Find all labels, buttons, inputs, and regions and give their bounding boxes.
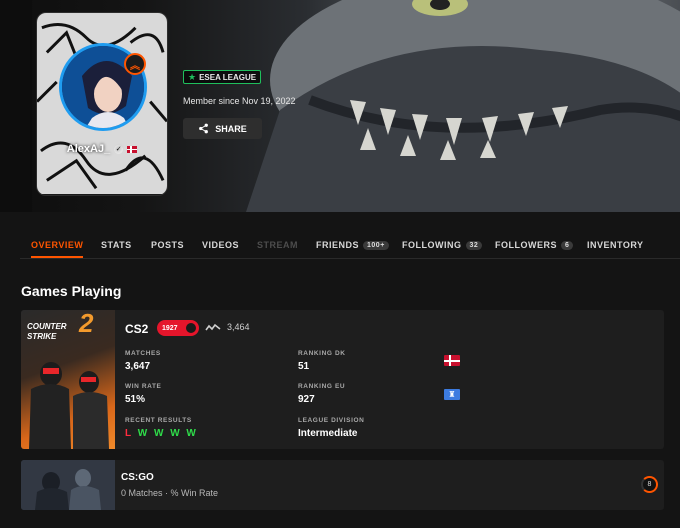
ranking-dk-value: 51 xyxy=(298,361,310,372)
tab-label: INVENTORY xyxy=(587,240,644,250)
trend-graph-icon xyxy=(205,323,221,330)
tab-stats[interactable]: STATS xyxy=(101,232,132,258)
elo-value: 1927 xyxy=(162,324,178,332)
result-win: W xyxy=(170,428,182,439)
result-win: W xyxy=(153,428,166,439)
esea-badge-label: ESEA LEAGUE xyxy=(199,72,257,82)
tab-following[interactable]: FOLLOWING 32 xyxy=(402,232,483,258)
csgo-cover-art xyxy=(21,460,115,510)
ranking-eu-value: 927 xyxy=(298,394,315,405)
tab-stream: STREAM xyxy=(257,232,298,258)
elo-trend: 3,464 xyxy=(205,322,250,332)
game-summary: 0 Matches · % Win Rate xyxy=(121,488,219,498)
soldiers-art xyxy=(29,362,109,449)
elo-trend-value: 3,464 xyxy=(227,322,250,332)
league-division-value: Intermediate xyxy=(298,428,358,439)
share-icon xyxy=(199,123,209,134)
recent-results-label: RECENT RESULTS xyxy=(125,417,192,424)
winrate-label: WIN RATE xyxy=(125,383,162,390)
result-win: W xyxy=(137,428,150,439)
section-title: Games Playing xyxy=(21,283,122,299)
result-loss: L xyxy=(125,428,133,439)
ranking-eu-label: RANKING EU xyxy=(298,383,346,390)
tab-followers[interactable]: FOLLOWERS 6 xyxy=(495,232,574,258)
tab-inventory[interactable]: INVENTORY xyxy=(587,232,644,258)
logo-line2: STRIKE xyxy=(27,332,57,341)
game-card-cs2[interactable]: COUNTER STRIKE 2 CS2 1927 3,464 MATCHES … xyxy=(21,310,664,449)
level-chevron-icon: ︽ xyxy=(124,53,146,75)
denmark-flag-icon xyxy=(127,145,138,153)
game-title[interactable]: CS2 xyxy=(125,322,148,336)
nickname[interactable]: AlexAJ_ xyxy=(67,143,110,155)
share-label: SHARE xyxy=(215,123,247,134)
profile-tabs: OVERVIEW STATS POSTS VIDEOS STREAM FRIEN… xyxy=(20,232,680,258)
tab-friends[interactable]: FRIENDS 100+ xyxy=(316,232,389,258)
tabs-divider xyxy=(20,258,680,259)
star-icon: ★ xyxy=(188,71,197,82)
skill-level-icon xyxy=(185,322,197,334)
europe-region-icon: ♜ xyxy=(444,389,460,400)
elo-badge: 1927 xyxy=(157,320,199,336)
skill-level-icon: 8 xyxy=(641,476,658,493)
cs2-logo: COUNTER STRIKE 2 xyxy=(27,310,93,342)
cs2-cover-art: COUNTER STRIKE 2 xyxy=(21,310,115,449)
logo-line1: COUNTER xyxy=(27,322,67,331)
verified-icon: ✓ xyxy=(114,144,124,154)
followers-count: 6 xyxy=(561,240,574,250)
recent-results: L W W W W xyxy=(125,428,198,439)
game-card-csgo[interactable]: CS:GO 0 Matches · % Win Rate 8 xyxy=(21,460,664,510)
share-button[interactable]: SHARE xyxy=(183,118,262,139)
tab-label: OVERVIEW xyxy=(31,240,84,250)
result-win: W xyxy=(186,428,198,439)
banner-crocodile-art xyxy=(246,0,680,212)
member-since: Member since Nov 19, 2022 xyxy=(183,96,296,106)
league-division-label: LEAGUE DIVISION xyxy=(298,417,365,424)
game-title[interactable]: CS:GO xyxy=(121,472,154,483)
ranking-dk-label: RANKING DK xyxy=(298,350,346,357)
tab-label: POSTS xyxy=(151,240,185,250)
profile-name-row: AlexAJ_ ✓ xyxy=(37,143,167,155)
esea-league-badge[interactable]: ★ ESEA LEAGUE xyxy=(183,70,262,84)
friends-count: 100+ xyxy=(363,240,389,250)
profile-avatar-card: ︽ AlexAJ_ ✓ xyxy=(36,12,168,196)
tab-overview[interactable]: OVERVIEW xyxy=(31,232,84,258)
tab-label: FOLLOWERS xyxy=(495,240,557,250)
logo-number: 2 xyxy=(79,310,94,338)
tab-label: VIDEOS xyxy=(202,240,240,250)
winrate-value: 51% xyxy=(125,394,146,405)
tab-videos[interactable]: VIDEOS xyxy=(202,232,239,258)
tab-label: STATS xyxy=(101,240,132,250)
following-count: 32 xyxy=(465,240,483,250)
tab-label: FRIENDS xyxy=(316,240,360,250)
matches-label: MATCHES xyxy=(125,350,161,357)
banner-left-strip xyxy=(0,0,32,212)
tab-label: FOLLOWING xyxy=(402,240,462,250)
denmark-flag-icon xyxy=(444,355,460,366)
tab-posts[interactable]: POSTS xyxy=(151,232,184,258)
matches-value: 3,647 xyxy=(125,361,151,372)
tab-label: STREAM xyxy=(257,240,298,250)
